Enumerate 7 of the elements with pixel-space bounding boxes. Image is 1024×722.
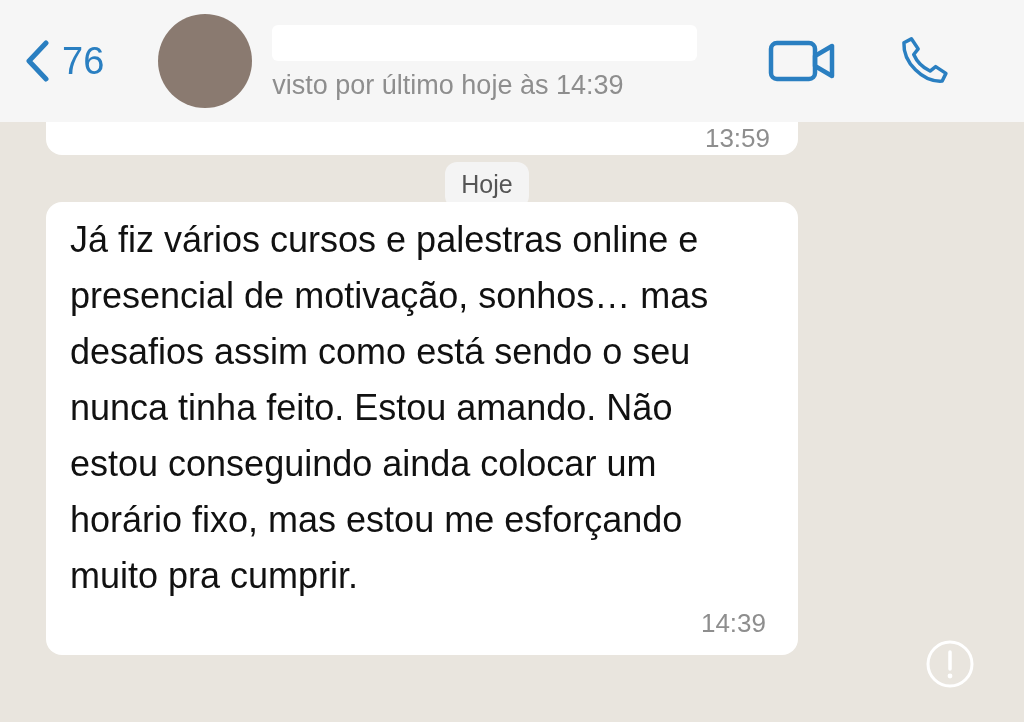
back-button[interactable]: 76 bbox=[24, 32, 105, 90]
video-call-icon[interactable] bbox=[768, 40, 836, 82]
chevron-left-icon bbox=[24, 40, 50, 82]
message-text: Já fiz vários cursos e palestras online e presencial de motivação, sonhos… mas desafios assim como está sendo o seu nunca tinha feito. Estou amando. Não estou conseguindo ainda colocar um horário fixo, mas estou me esforçando muito pra cumprir. bbox=[70, 218, 710, 598]
last-seen-status: visto por último hoje às 14:39 bbox=[272, 68, 625, 102]
message-time: 14:39 bbox=[700, 607, 766, 640]
message-time: 13:59 bbox=[704, 125, 770, 151]
